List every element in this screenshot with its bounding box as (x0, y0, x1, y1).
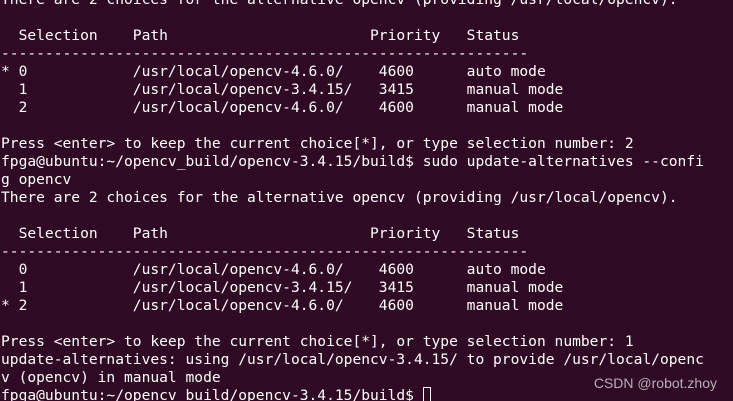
terminal-line: * 2 /usr/local/opencv-4.6.0/ 4600 manual… (1, 297, 564, 314)
terminal-line: * 0 /usr/local/opencv-4.6.0/ 4600 auto m… (1, 63, 546, 80)
terminal-line: g opencv (1, 171, 72, 188)
terminal-line: Selection Path Priority Status (1, 225, 520, 242)
terminal-line: 1 /usr/local/opencv-3.4.15/ 3415 manual … (1, 81, 564, 98)
terminal-line: ----------------------------------------… (1, 243, 529, 260)
terminal-window[interactable]: There are 2 choices for the alternative … (0, 0, 733, 401)
shell-prompt: fpga@ubuntu:~/opencv_build/opencv-3.4.15… (1, 387, 423, 401)
terminal-line: There are 2 choices for the alternative … (1, 0, 733, 9)
terminal-line: 1 /usr/local/opencv-3.4.15/ 3415 manual … (1, 279, 564, 296)
watermark: CSDN @robot.zhoy (593, 375, 717, 391)
terminal-line: Press <enter> to keep the current choice… (1, 333, 634, 350)
terminal-line: Selection Path Priority Status (1, 27, 520, 44)
terminal-output: There are 2 choices for the alternative … (1, 0, 733, 401)
terminal-line: update-alternatives: using /usr/local/op… (1, 351, 704, 368)
terminal-line: There are 2 choices for the alternative … (1, 189, 678, 206)
terminal-line: fpga@ubuntu:~/opencv_build/opencv-3.4.15… (1, 153, 704, 170)
terminal-line: ----------------------------------------… (1, 45, 529, 62)
terminal-line: 0 /usr/local/opencv-4.6.0/ 4600 auto mod… (1, 261, 546, 278)
text-cursor (422, 387, 431, 401)
terminal-line: Press <enter> to keep the current choice… (1, 135, 634, 152)
terminal-line: 2 /usr/local/opencv-4.6.0/ 4600 manual m… (1, 99, 564, 116)
